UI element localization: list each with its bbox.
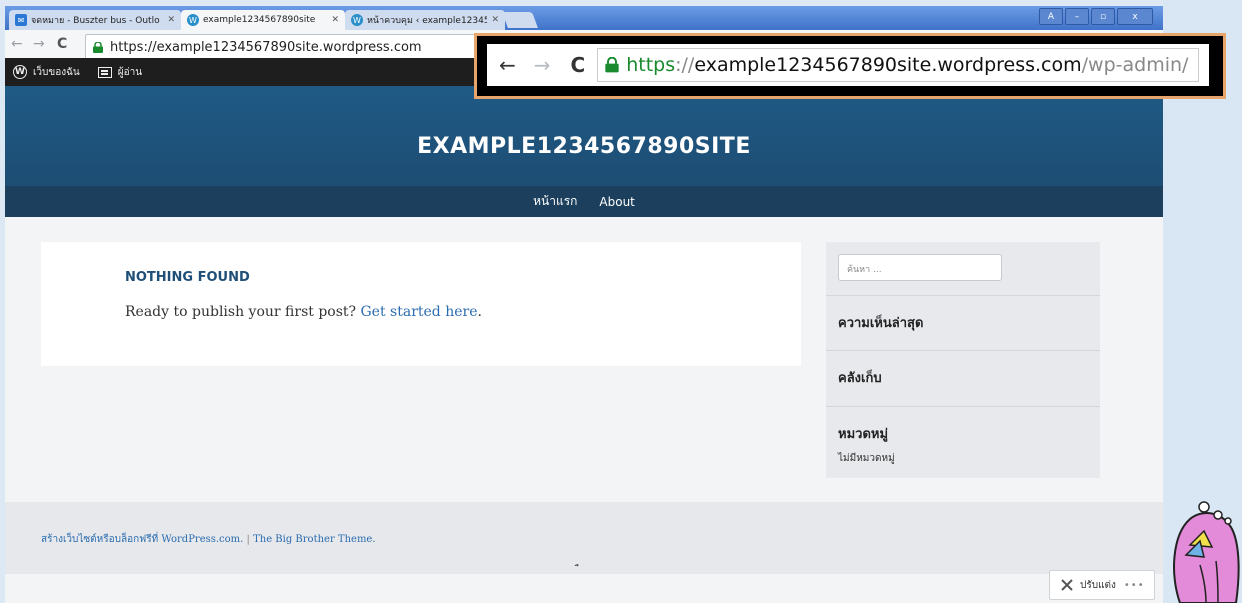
wordpress-icon: W [13, 65, 27, 79]
more-icon[interactable]: ••• [1124, 580, 1145, 591]
close-icon[interactable]: ✕ [491, 15, 499, 25]
site-footer: สร้างเว็บไซต์หรือบล็อกฟรีที่ WordPress.c… [5, 502, 1163, 574]
new-tab-button[interactable] [502, 12, 538, 28]
my-site-link[interactable]: W เว็บของฉัน [13, 65, 80, 80]
recent-comments-title: ความเห็นล่าสุด [838, 316, 924, 331]
nothing-found-text: Ready to publish your first post? Get st… [125, 304, 482, 320]
footer-separator: | [246, 534, 250, 545]
zoomed-url: https://example1234567890site.wordpress.… [597, 48, 1199, 82]
customize-label: ปรับแต่ง [1080, 579, 1116, 591]
tools-icon [1061, 579, 1073, 591]
tab-title: หน้าควบคุม ‹ example123456 [367, 16, 488, 26]
widget-recent-comments: ความเห็นล่าสุด [826, 295, 1100, 351]
back-icon[interactable]: ← [11, 36, 23, 52]
reader-label: ผู้อ่าน [117, 66, 143, 78]
no-categories-text: ไม่มีหมวดหมู่ [838, 453, 895, 464]
categories-title: หมวดหมู่ [838, 427, 889, 442]
forward-icon[interactable]: → [33, 36, 45, 52]
forward-icon: → [533, 53, 551, 77]
close-icon[interactable]: ✕ [167, 15, 175, 25]
tab-title: example1234567890site [203, 15, 316, 25]
my-site-label: เว็บของฉัน [33, 66, 80, 78]
mail-icon: ✉ [15, 14, 27, 26]
reader-link[interactable]: ผู้อ่าน [97, 65, 143, 80]
sidebar: ค้นหา ... ความเห็นล่าสุด คลังเก็บ หมวดหม… [826, 242, 1100, 478]
period: . [477, 304, 482, 320]
window-close-button[interactable]: x [1117, 8, 1153, 25]
close-icon[interactable]: ✕ [331, 15, 339, 25]
nav-home[interactable]: หน้าแรก [533, 192, 577, 211]
zoomed-toolbar: ← → C https://example1234567890site.word… [487, 44, 1209, 86]
widget-categories: หมวดหมู่ ไม่มีหมวดหมู่ [826, 406, 1100, 479]
zoomed-url-scheme: https [626, 54, 676, 76]
site-header: EXAMPLE1234567890SITE [5, 86, 1163, 186]
zoomed-url-separator: :// [675, 54, 695, 76]
lock-icon [93, 41, 103, 53]
tab-dashboard[interactable]: W หน้าควบคุม ‹ example123456 ✕ [345, 10, 505, 30]
lock-icon [605, 57, 619, 73]
wordpress-credit-link[interactable]: สร้างเว็บไซต์หรือบล็อกฟรีที่ WordPress.c… [41, 534, 243, 545]
tab-title: จดหมาย - Buszter bus - Outlo [31, 16, 160, 26]
content-card: NOTHING FOUND Ready to publish your firs… [41, 242, 801, 366]
wordpress-icon: W [351, 14, 363, 26]
theme-link[interactable]: The Big Brother Theme. [253, 534, 375, 545]
zoomed-url-domain: example1234567890site.wordpress.com [694, 54, 1082, 76]
window-controls: A – ▫ x [1039, 8, 1153, 25]
maximize-button[interactable]: ▫ [1091, 8, 1115, 25]
get-started-link[interactable]: Get started here [361, 304, 478, 320]
tab-outlook[interactable]: ✉ จดหมาย - Buszter bus - Outlo ✕ [9, 10, 181, 30]
nav-about[interactable]: About [599, 195, 634, 209]
back-icon: ← [499, 53, 516, 77]
reader-icon [97, 66, 112, 78]
cartoon-decoration [1173, 501, 1240, 603]
customize-button[interactable]: ปรับแต่ง ••• [1049, 570, 1155, 600]
footer-credit: สร้างเว็บไซต์หรือบล็อกฟรีที่ WordPress.c… [41, 532, 376, 547]
zoomed-address-callout: ← → C https://example1234567890site.word… [474, 33, 1226, 99]
site-navigation: หน้าแรก About [5, 186, 1163, 217]
user-button[interactable]: A [1039, 8, 1063, 25]
site-title[interactable]: EXAMPLE1234567890SITE [417, 134, 751, 159]
search-input[interactable]: ค้นหา ... [838, 254, 1002, 281]
reload-icon[interactable]: C [57, 36, 67, 52]
archives-title: คลังเก็บ [838, 371, 882, 386]
tab-strip: ✉ จดหมาย - Buszter bus - Outlo ✕ W examp… [5, 6, 1163, 30]
widget-archives: คลังเก็บ [826, 350, 1100, 407]
wordpress-icon: W [187, 14, 199, 26]
reload-icon: C [570, 53, 586, 77]
nothing-found-message: Ready to publish your first post? [125, 304, 357, 320]
zoomed-url-path: /wp-admin/ [1081, 54, 1189, 76]
nothing-found-heading: NOTHING FOUND [125, 270, 250, 285]
address-url: https://example1234567890site.wordpress.… [110, 39, 422, 55]
tab-site[interactable]: W example1234567890site ✕ [181, 10, 345, 30]
minimize-button[interactable]: – [1065, 8, 1089, 25]
